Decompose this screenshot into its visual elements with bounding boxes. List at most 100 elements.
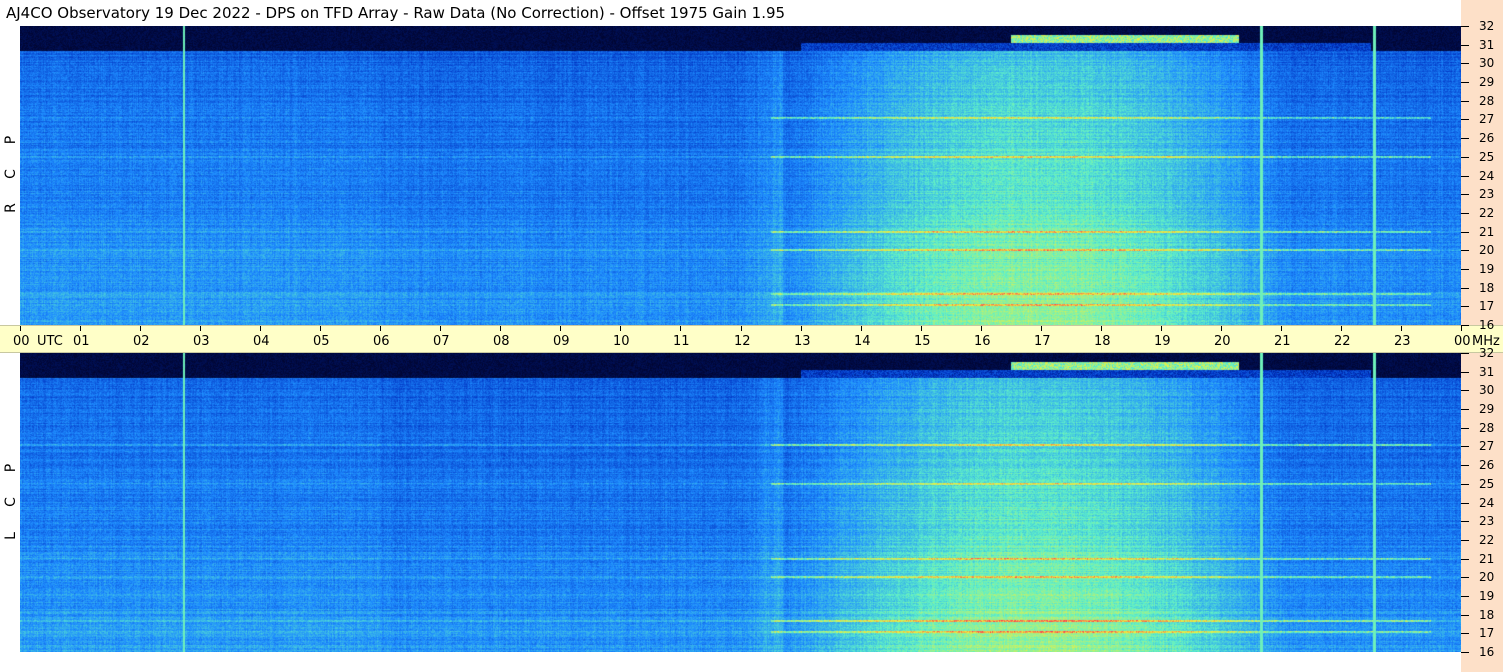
utc-tick-mark — [741, 326, 742, 331]
frequency-tick-label: 22 — [1479, 206, 1495, 220]
frequency-tick-label: 28 — [1479, 94, 1495, 108]
frequency-tick-mark — [1461, 652, 1469, 653]
frequency-tick-label: 18 — [1479, 281, 1495, 295]
utc-tick-label: 21 — [1274, 334, 1291, 349]
utc-tick-mark — [560, 326, 561, 331]
spectrogram-lcp-canvas — [20, 353, 1461, 652]
polarization-label-lcp: L C P — [0, 353, 20, 652]
frequency-tick-mark — [1461, 484, 1469, 485]
utc-tick-label: 09 — [553, 334, 570, 349]
utc-tick-label: 18 — [1094, 334, 1111, 349]
frequency-tick-mark — [1461, 559, 1469, 560]
frequency-tick-mark — [1461, 138, 1469, 139]
utc-tick-label: 16 — [974, 334, 991, 349]
frequency-axis-lcp: 16 17 18 19 20 21 22 23 24 25 26 27 28 29 30 31 32 — [1461, 347, 1503, 672]
frequency-tick-label: 24 — [1479, 496, 1495, 510]
utc-tick-label: 11 — [673, 334, 690, 349]
utc-tick-label: 12 — [734, 334, 751, 349]
frequency-tick-label: 25 — [1479, 477, 1495, 491]
spectrogram-rcp — [20, 26, 1461, 325]
utc-tick-label: 14 — [854, 334, 871, 349]
frequency-tick-label: 30 — [1479, 56, 1495, 70]
frequency-tick-mark — [1461, 633, 1469, 634]
utc-tick-mark — [680, 326, 681, 331]
utc-tick-label: 10 — [613, 334, 630, 349]
frequency-tick-mark — [1461, 390, 1469, 391]
frequency-tick-mark — [1461, 446, 1469, 447]
utc-tick-mark — [1041, 326, 1042, 331]
utc-tick-mark — [921, 326, 922, 331]
frequency-tick-label: 31 — [1479, 365, 1495, 379]
utc-tick-mark — [500, 326, 501, 331]
utc-tick-label: 08 — [493, 334, 510, 349]
utc-tick-mark — [320, 326, 321, 331]
chart-title: AJ4CO Observatory 19 Dec 2022 - DPS on T… — [6, 4, 786, 22]
frequency-tick-mark — [1461, 325, 1469, 326]
utc-tick-label: 23 — [1394, 334, 1411, 349]
frequency-tick-mark — [1461, 176, 1469, 177]
frequency-tick-label: 19 — [1479, 589, 1495, 603]
spectrogram-rcp-canvas — [20, 26, 1461, 325]
frequency-tick-mark — [1461, 521, 1469, 522]
utc-tick-mark — [1221, 326, 1222, 331]
utc-tick-label: 00 — [1454, 334, 1471, 349]
utc-tick-label: 06 — [373, 334, 390, 349]
frequency-tick-label: 29 — [1479, 75, 1495, 89]
frequency-tick-label: 22 — [1479, 533, 1495, 547]
frequency-tick-label: 21 — [1479, 225, 1495, 239]
utc-tick-mark — [981, 326, 982, 331]
frequency-tick-mark — [1461, 119, 1469, 120]
utc-tick-mark — [1161, 326, 1162, 331]
frequency-tick-mark — [1461, 63, 1469, 64]
utc-tick-mark — [861, 326, 862, 331]
pol-letter: C — [3, 169, 19, 179]
utc-tick-mark — [440, 326, 441, 331]
pol-letter: C — [3, 497, 19, 507]
frequency-tick-label: 21 — [1479, 552, 1495, 566]
frequency-tick-mark — [1461, 269, 1469, 270]
pol-letter: P — [3, 463, 19, 473]
utc-tick-label: 20 — [1214, 334, 1231, 349]
utc-tick-mark — [1101, 326, 1102, 331]
utc-tick-mark — [1401, 326, 1402, 331]
utc-tick-mark — [620, 326, 621, 331]
frequency-tick-label: 23 — [1479, 187, 1495, 201]
frequency-tick-mark — [1461, 503, 1469, 504]
frequency-tick-mark — [1461, 409, 1469, 410]
frequency-tick-mark — [1461, 428, 1469, 429]
utc-tick-label: 19 — [1154, 334, 1171, 349]
utc-tick-mark — [140, 326, 141, 331]
utc-tick-label: 17 — [1034, 334, 1051, 349]
utc-tick-mark — [20, 326, 21, 331]
utc-tick-mark — [380, 326, 381, 331]
frequency-tick-mark — [1461, 45, 1469, 46]
frequency-tick-mark — [1461, 577, 1469, 578]
frequency-tick-mark — [1461, 306, 1469, 307]
utc-tick-mark — [801, 326, 802, 331]
utc-unit-label: UTC — [37, 334, 63, 349]
utc-tick-label: 13 — [794, 334, 811, 349]
frequency-tick-label: 20 — [1479, 570, 1495, 584]
frequency-tick-mark — [1461, 372, 1469, 373]
frequency-tick-mark — [1461, 157, 1469, 158]
frequency-tick-label: 27 — [1479, 439, 1495, 453]
frequency-tick-label: 16 — [1479, 318, 1495, 332]
frequency-tick-label: 31 — [1479, 38, 1495, 52]
utc-tick-mark — [1341, 326, 1342, 331]
pol-letter: L — [3, 532, 19, 540]
utc-tick-label: 01 — [73, 334, 90, 349]
frequency-tick-label: 27 — [1479, 112, 1495, 126]
frequency-axis-rcp: 16 17 18 19 20 21 22 23 24 25 26 27 28 29 30 31 32 — [1461, 0, 1503, 331]
utc-tick-label: 22 — [1334, 334, 1351, 349]
frequency-tick-mark — [1461, 232, 1469, 233]
spectrogram-lcp — [20, 353, 1461, 652]
utc-tick-mark — [1461, 326, 1462, 331]
frequency-tick-mark — [1461, 465, 1469, 466]
utc-tick-label: 15 — [914, 334, 931, 349]
utc-tick-mark — [1281, 326, 1282, 331]
frequency-tick-label: 23 — [1479, 514, 1495, 528]
frequency-tick-mark — [1461, 194, 1469, 195]
frequency-tick-label: 26 — [1479, 131, 1495, 145]
frequency-tick-label: 20 — [1479, 243, 1495, 257]
frequency-tick-label: 32 — [1479, 346, 1495, 360]
